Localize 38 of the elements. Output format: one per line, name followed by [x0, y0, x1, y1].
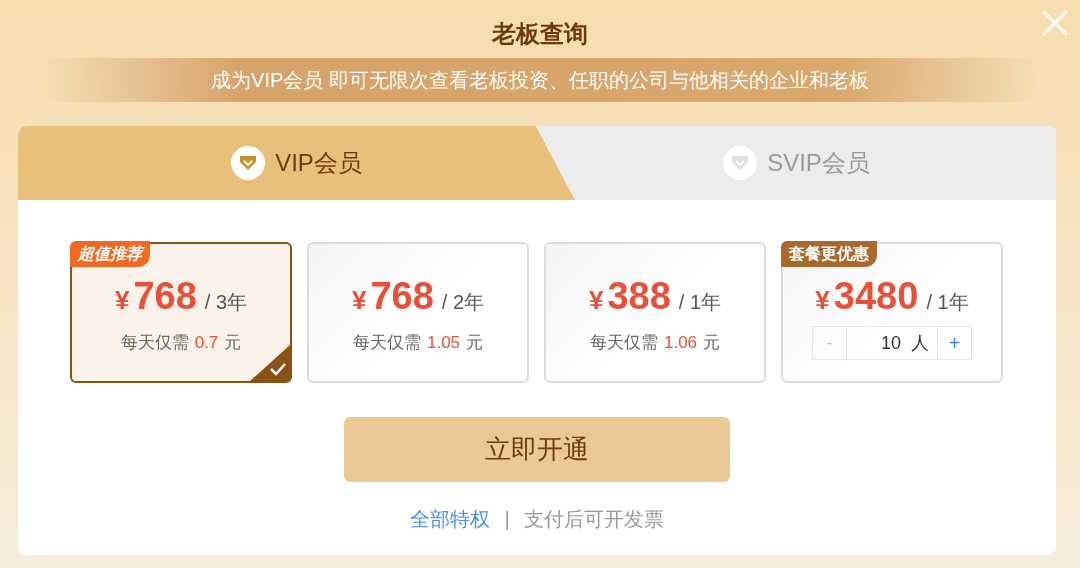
plus-button[interactable]: + [937, 327, 971, 359]
open-now-button[interactable]: 立即开通 [344, 417, 730, 482]
quantity-field[interactable]: 10 人 [847, 327, 937, 359]
plan-card[interactable]: 套餐更优惠 ¥3480 / 1年 - 10 人 + [781, 242, 1003, 383]
price: 768 [133, 276, 197, 316]
separator: | [504, 507, 510, 532]
period: / 3年 [204, 290, 248, 315]
period: / 1年 [926, 290, 969, 315]
invoice-note: 支付后可开发票 [523, 507, 664, 532]
membership-tab[interactable]: VIP会员 [18, 126, 575, 200]
banner-text: 成为VIP会员 即可无限次查看老板投资、任职的公司与他相关的企业和老板 [211, 68, 869, 93]
price: 768 [370, 276, 434, 316]
plan-card[interactable]: ¥388 / 1年 每天仅需 1.06 元 [544, 242, 766, 383]
plan-card[interactable]: 超值推荐 ¥768 / 3年 每天仅需 0.7 元 [70, 242, 292, 383]
currency-sign: ¥ [815, 284, 830, 317]
per-day-label: 每天仅需 [589, 332, 658, 354]
per-day-unit: 元 [466, 332, 484, 354]
price: 388 [607, 276, 671, 316]
dialog-title: 老板查询 [492, 19, 588, 49]
per-day-amount: 1.05 [426, 332, 461, 354]
per-day-unit: 元 [703, 332, 721, 354]
price: 3480 [833, 276, 919, 316]
currency-sign: ¥ [351, 284, 367, 317]
per-day-amount: 1.06 [663, 332, 698, 354]
check-corner-icon [250, 345, 290, 381]
per-day-unit: 元 [224, 332, 242, 354]
privileges-link[interactable]: 全部特权 [410, 504, 491, 534]
period: / 2年 [441, 290, 485, 315]
close-icon[interactable] [1040, 8, 1070, 38]
per-day-label: 每天仅需 [120, 332, 189, 354]
per-day-label: 每天仅需 [352, 332, 421, 354]
per-day-amount: 0.7 [194, 332, 219, 354]
period: / 1年 [678, 290, 722, 315]
currency-sign: ¥ [588, 284, 604, 317]
currency-sign: ¥ [114, 284, 130, 317]
plan-card[interactable]: ¥768 / 2年 每天仅需 1.05 元 [307, 242, 529, 383]
plan-badge: 套餐更优惠 [781, 241, 877, 267]
plan-badge: 超值推荐 [70, 241, 150, 267]
